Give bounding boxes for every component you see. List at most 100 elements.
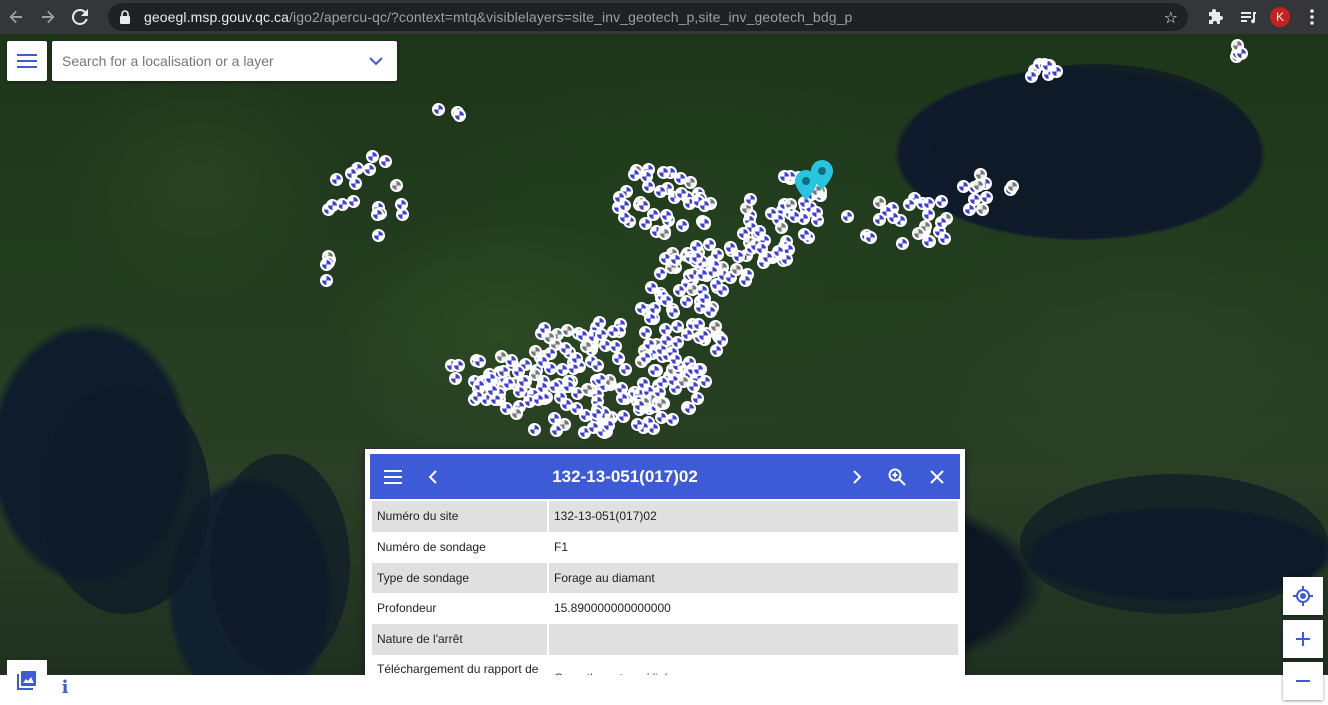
geotech-site-marker[interactable]: [668, 253, 682, 267]
geotech-site-marker[interactable]: [560, 323, 574, 337]
geotech-site-marker[interactable]: [448, 372, 462, 386]
geotech-site-marker[interactable]: [895, 237, 909, 251]
geotech-site-marker[interactable]: [937, 231, 951, 245]
geotech-site-marker[interactable]: [555, 362, 569, 376]
geotech-site-marker[interactable]: [516, 374, 530, 388]
geotech-site-marker[interactable]: [594, 328, 608, 342]
geotech-site-marker[interactable]: [618, 362, 632, 376]
zoom-out-button[interactable]: [1283, 662, 1323, 700]
reading-list-icon[interactable]: [1232, 0, 1264, 34]
geotech-site-marker[interactable]: [764, 207, 778, 221]
geotech-site-marker[interactable]: [618, 210, 632, 224]
geotech-site-marker[interactable]: [389, 178, 403, 192]
geotech-site-marker[interactable]: [668, 352, 682, 366]
geotech-site-marker[interactable]: [752, 224, 766, 238]
selected-location-pin-icon[interactable]: [811, 160, 833, 190]
panel-menu-button[interactable]: [373, 454, 413, 499]
close-panel-button[interactable]: [917, 454, 957, 499]
geotech-site-marker[interactable]: [646, 208, 660, 222]
geolocate-button[interactable]: [1283, 577, 1323, 615]
zoom-in-button[interactable]: [1283, 620, 1323, 658]
geotech-site-marker[interactable]: [531, 393, 545, 407]
geotech-site-marker[interactable]: [378, 155, 392, 169]
geotech-site-marker[interactable]: [702, 237, 716, 251]
extensions-icon[interactable]: [1200, 0, 1232, 34]
geotech-site-marker[interactable]: [347, 195, 361, 209]
geotech-site-marker[interactable]: [602, 418, 616, 432]
geotech-site-marker[interactable]: [630, 417, 644, 431]
geotech-site-marker[interactable]: [550, 424, 564, 438]
geotech-site-marker[interactable]: [665, 413, 679, 426]
geotech-site-marker[interactable]: [653, 267, 667, 281]
geotech-site-marker[interactable]: [698, 375, 712, 389]
geotech-site-marker[interactable]: [971, 179, 985, 193]
geotech-site-marker[interactable]: [642, 337, 656, 351]
geotech-site-marker[interactable]: [778, 169, 792, 183]
info-button[interactable]: i: [55, 675, 75, 700]
geotech-site-marker[interactable]: [362, 163, 376, 177]
geotech-site-marker[interactable]: [956, 180, 970, 194]
geotech-site-marker[interactable]: [872, 195, 886, 209]
geotech-site-marker[interactable]: [676, 218, 690, 232]
next-feature-button[interactable]: [837, 454, 877, 499]
reload-icon[interactable]: [64, 0, 96, 34]
geotech-site-marker[interactable]: [967, 192, 981, 206]
geotech-site-marker[interactable]: [452, 359, 466, 373]
geotech-site-marker[interactable]: [394, 197, 408, 211]
geotech-site-marker[interactable]: [744, 192, 757, 206]
geotech-site-marker[interactable]: [639, 351, 653, 365]
geotech-site-marker[interactable]: [372, 229, 386, 243]
geotech-site-marker[interactable]: [921, 196, 935, 210]
geotech-site-marker[interactable]: [527, 422, 541, 436]
geotech-site-marker[interactable]: [501, 377, 515, 391]
geotech-site-marker[interactable]: [535, 355, 549, 369]
geotech-site-marker[interactable]: [682, 401, 696, 415]
forward-arrow-icon[interactable]: [32, 0, 64, 34]
address-bar[interactable]: geoegl.msp.gouv.qc.ca/igo2/apercu-qc/?co…: [108, 3, 1188, 31]
geotech-site-marker[interactable]: [639, 325, 653, 339]
geotech-site-marker[interactable]: [716, 283, 730, 297]
geotech-site-marker[interactable]: [863, 230, 877, 244]
geotech-site-marker[interactable]: [921, 235, 935, 249]
geotech-site-marker[interactable]: [612, 190, 626, 204]
geotech-site-marker[interactable]: [738, 274, 752, 288]
geotech-site-marker[interactable]: [903, 198, 917, 212]
geotech-site-marker[interactable]: [320, 274, 334, 288]
geotech-site-marker[interactable]: [771, 245, 785, 259]
geotech-site-marker[interactable]: [714, 333, 728, 347]
geotech-site-marker[interactable]: [935, 195, 949, 209]
geotech-site-marker[interactable]: [432, 103, 446, 117]
geotech-site-marker[interactable]: [636, 376, 650, 390]
geotech-site-marker[interactable]: [698, 217, 712, 231]
geotech-site-marker[interactable]: [543, 330, 557, 344]
geotech-site-marker[interactable]: [326, 198, 340, 212]
geotech-site-marker[interactable]: [841, 210, 855, 224]
star-icon[interactable]: ☆: [1164, 8, 1178, 28]
geotech-site-marker[interactable]: [569, 351, 583, 365]
profile-avatar[interactable]: K: [1264, 0, 1296, 34]
geotech-site-marker[interactable]: [654, 185, 668, 199]
geotech-site-marker[interactable]: [632, 398, 646, 412]
geotech-site-marker[interactable]: [673, 283, 687, 297]
sidenav-menu-button[interactable]: [7, 41, 47, 81]
geotech-site-marker[interactable]: [366, 150, 380, 164]
kebab-menu-icon[interactable]: [1296, 0, 1328, 34]
geotech-site-marker[interactable]: [452, 109, 466, 123]
geotech-site-marker[interactable]: [934, 215, 948, 229]
geotech-site-marker[interactable]: [667, 305, 681, 319]
geotech-site-marker[interactable]: [536, 380, 550, 394]
base-layer-switcher-button[interactable]: [7, 660, 47, 700]
geotech-site-marker[interactable]: [680, 294, 694, 308]
geotech-site-marker[interactable]: [660, 293, 674, 307]
geotech-site-marker[interactable]: [470, 390, 484, 404]
geotech-site-marker[interactable]: [673, 171, 687, 185]
geotech-site-marker[interactable]: [691, 362, 705, 376]
geotech-site-marker[interactable]: [731, 250, 745, 264]
geotech-site-marker[interactable]: [330, 172, 344, 186]
chevron-down-icon[interactable]: [367, 52, 385, 70]
geotech-site-marker[interactable]: [647, 301, 661, 315]
geotech-site-marker[interactable]: [547, 379, 561, 393]
geotech-site-marker[interactable]: [570, 401, 584, 415]
geotech-site-marker[interactable]: [873, 212, 887, 226]
back-arrow-icon[interactable]: [0, 0, 32, 34]
